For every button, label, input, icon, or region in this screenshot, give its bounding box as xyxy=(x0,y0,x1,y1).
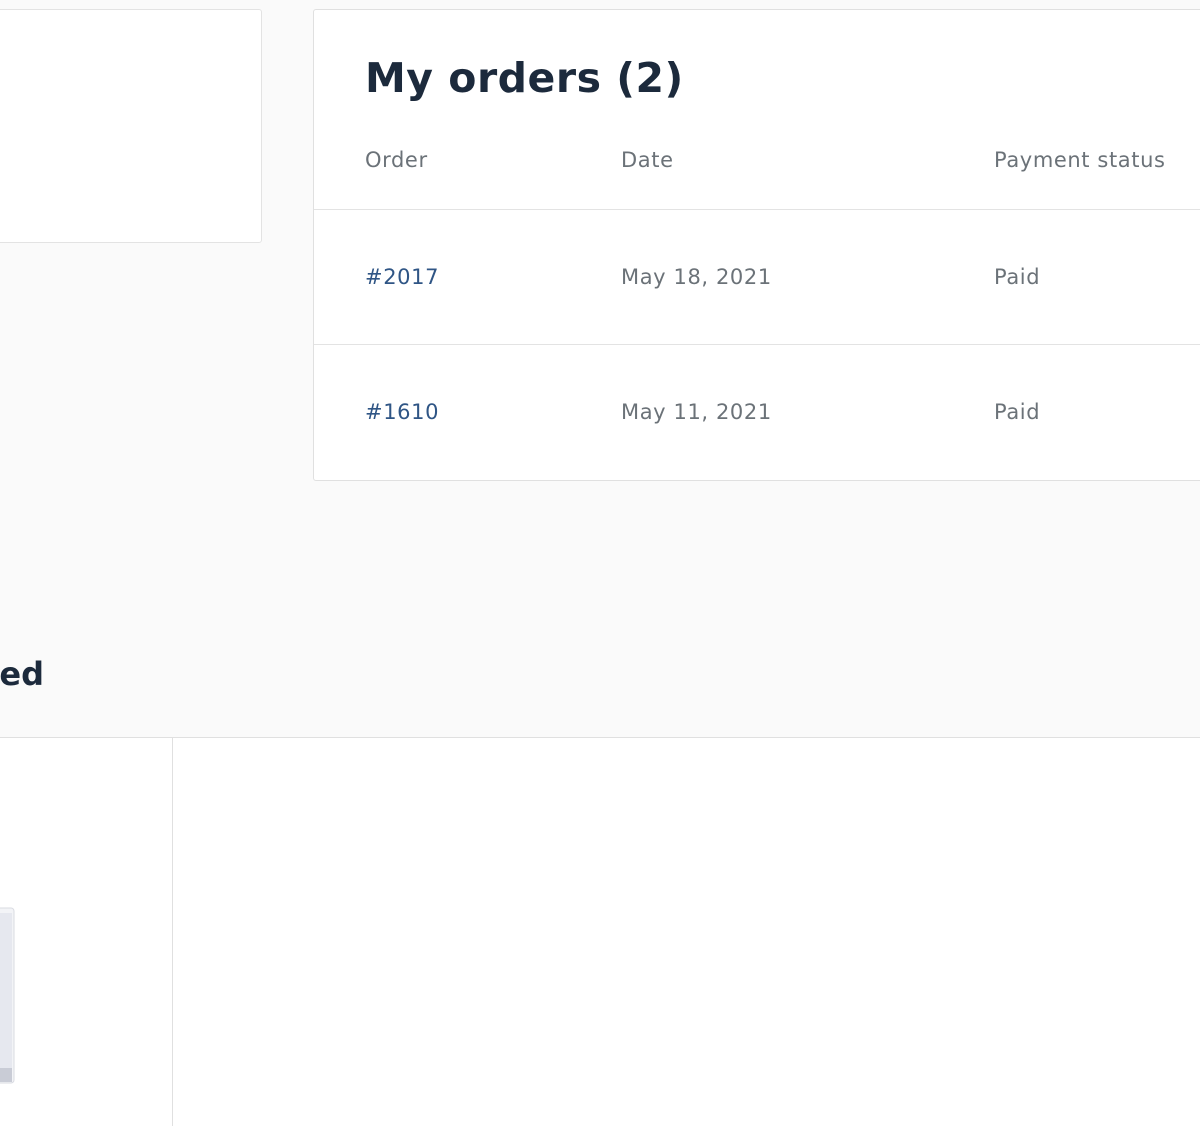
product-image xyxy=(0,907,15,1084)
order-link[interactable]: #1610 xyxy=(365,400,439,424)
product-card[interactable] xyxy=(0,738,173,1126)
orders-table: Order Date Payment status #2017 May 18, … xyxy=(314,130,1200,480)
order-link[interactable]: #2017 xyxy=(365,265,439,289)
account-details-card xyxy=(0,9,262,243)
table-row: #2017 May 18, 2021 Paid xyxy=(314,210,1200,345)
column-header-date: Date xyxy=(621,148,674,172)
order-date: May 18, 2021 xyxy=(621,265,772,289)
account-page: My orders (2) Order Date Payment status … xyxy=(0,0,1200,1126)
orders-title: My orders (2) xyxy=(365,54,684,102)
order-date: May 11, 2021 xyxy=(621,400,772,424)
table-row: #1610 May 11, 2021 Paid xyxy=(314,345,1200,480)
product-grid xyxy=(0,737,1200,1126)
order-payment-status: Paid xyxy=(994,400,1041,424)
order-payment-status: Paid xyxy=(994,265,1041,289)
orders-table-header: Order Date Payment status xyxy=(314,130,1200,210)
column-header-payment-status: Payment status xyxy=(994,148,1166,172)
orders-card: My orders (2) Order Date Payment status … xyxy=(313,9,1200,481)
section-heading: ed xyxy=(0,655,44,693)
column-header-order: Order xyxy=(365,148,428,172)
